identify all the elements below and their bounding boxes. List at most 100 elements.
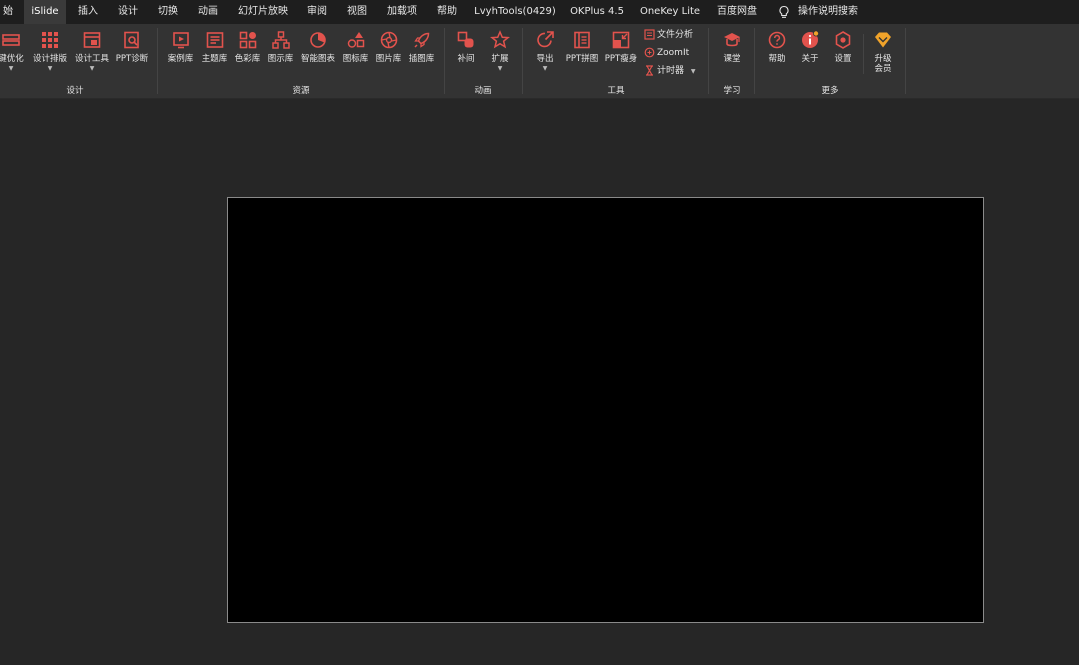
info-icon	[802, 30, 819, 48]
group-separator	[522, 28, 523, 94]
menu-bar: 始 iSlide 插入 设计 切换 动画 幻灯片放映 审阅 视图 加载项 帮助 …	[0, 0, 1079, 24]
help-icon	[768, 31, 786, 49]
menu-tab-islide[interactable]: iSlide	[24, 0, 66, 24]
color-library-button[interactable]: 色彩库	[231, 30, 264, 64]
group-separator	[863, 34, 864, 74]
dropdown-caret-icon: ▼	[542, 65, 548, 72]
group-label-more: 更多	[821, 86, 839, 96]
hourglass-icon	[646, 65, 653, 76]
optimize-icon	[2, 34, 20, 46]
zoomit-icon	[644, 47, 655, 58]
menu-tab-lvyhtools[interactable]: LvyhTools(0429)	[474, 0, 556, 24]
ppt-stitch-button[interactable]: PPT拼图	[562, 30, 602, 64]
tween-label: 补间	[457, 54, 475, 64]
about-button[interactable]: 关于	[796, 30, 824, 64]
dropdown-caret-icon: ▼	[47, 65, 53, 72]
icon-library-button[interactable]: 图标库	[339, 30, 372, 64]
extend-button[interactable]: 扩展 ▼	[485, 30, 515, 72]
timer-label: 计时器	[657, 66, 685, 76]
ppt-slim-label: PPT瘦身	[604, 54, 638, 64]
help-label: 帮助	[768, 54, 786, 64]
export-button[interactable]: 导出 ▼	[530, 30, 560, 72]
file-analysis-button[interactable]: 文件分析	[644, 28, 693, 42]
theme-library-label: 主题库	[201, 54, 228, 64]
org-chart-icon	[271, 31, 290, 49]
diagram-library-button[interactable]: 图示库	[264, 30, 297, 64]
diagram-library-label: 图示库	[267, 54, 294, 64]
upgrade-label-line1: 升级	[874, 54, 892, 64]
menu-tab-design[interactable]: 设计	[115, 0, 141, 24]
group-separator	[708, 28, 709, 94]
file-analysis-icon	[644, 29, 655, 40]
menu-tab-animations[interactable]: 动画	[195, 0, 221, 24]
case-library-icon	[172, 32, 189, 49]
design-layout-label: 设计排版	[32, 54, 67, 64]
lightbulb-icon	[779, 5, 789, 18]
group-label-learn: 学习	[723, 86, 741, 96]
compress-icon	[612, 31, 630, 49]
menu-tab-addins[interactable]: 加载项	[384, 0, 420, 24]
theme-library-button[interactable]: 主题库	[198, 30, 231, 64]
gear-icon	[835, 31, 851, 49]
class-label: 课堂	[723, 54, 741, 64]
class-button[interactable]: 课堂	[716, 30, 748, 64]
menu-tab-insert[interactable]: 插入	[75, 0, 101, 24]
menu-tab-view[interactable]: 视图	[344, 0, 370, 24]
picture-library-button[interactable]: 图片库	[372, 30, 405, 64]
export-label: 导出	[536, 54, 554, 64]
case-library-label: 案例库	[167, 54, 194, 64]
shapes-icon	[347, 32, 364, 48]
color-library-label: 色彩库	[234, 54, 261, 64]
menu-tab-baidu[interactable]: 百度网盘	[713, 0, 761, 24]
help-button[interactable]: 帮助	[763, 30, 791, 64]
slide-canvas[interactable]	[227, 197, 984, 623]
dropdown-caret-icon: ▼	[8, 65, 14, 72]
design-layout-button[interactable]: 设计排版 ▼	[31, 30, 69, 72]
group-separator	[157, 28, 158, 94]
rocket-icon	[413, 32, 429, 48]
menu-tab-okplus[interactable]: OKPlus 4.5	[568, 0, 626, 24]
group-label-resources: 资源	[292, 86, 310, 96]
group-separator	[444, 28, 445, 94]
ppt-stitch-label: PPT拼图	[565, 54, 599, 64]
menu-tab-transitions[interactable]: 切换	[155, 0, 181, 24]
color-library-icon	[239, 31, 256, 49]
grid-layout-icon	[42, 32, 58, 48]
search-box[interactable]: 操作说明搜索	[796, 0, 860, 24]
optimize-label: 键优化	[0, 54, 24, 64]
one-click-optimize-button[interactable]: 键优化 ▼	[0, 30, 28, 72]
group-label-design: 设计	[66, 86, 84, 96]
design-tools-button[interactable]: 设计工具 ▼	[72, 30, 112, 72]
menu-tab-start[interactable]: 始	[0, 0, 16, 24]
star-icon	[490, 30, 510, 49]
menu-tab-review[interactable]: 审阅	[304, 0, 330, 24]
export-icon	[537, 31, 554, 48]
timer-button[interactable]: 计时器 ▼	[644, 64, 696, 78]
ppt-diagnose-button[interactable]: PPT诊断	[114, 30, 150, 64]
ppt-diagnose-label: PPT诊断	[115, 54, 149, 64]
smart-chart-button[interactable]: 智能图表	[298, 30, 338, 64]
upgrade-label-line2: 会员	[874, 64, 892, 74]
file-analysis-label: 文件分析	[657, 30, 694, 40]
picture-library-label: 图片库	[375, 54, 402, 64]
menu-tab-help[interactable]: 帮助	[434, 0, 460, 24]
aperture-icon	[380, 31, 397, 49]
group-label-tools: 工具	[607, 86, 625, 96]
diagnose-icon	[124, 31, 139, 49]
extend-label: 扩展	[491, 54, 509, 64]
zoomit-button[interactable]: ZoomIt	[644, 46, 689, 60]
diamond-icon	[875, 32, 891, 48]
ppt-slim-button[interactable]: PPT瘦身	[602, 30, 640, 64]
settings-button[interactable]: 设置	[829, 30, 857, 64]
case-library-button[interactable]: 案例库	[164, 30, 197, 64]
ribbon: 键优化 ▼ 设计排版 ▼ 设计工具 ▼ PPT诊断 设计 案例库 主题库 色彩库…	[0, 24, 1079, 99]
menu-tab-slideshow[interactable]: 幻灯片放映	[236, 0, 290, 24]
theme-library-icon	[206, 32, 223, 48]
upgrade-member-button[interactable]: 升级 会员	[869, 30, 897, 74]
tween-icon	[457, 31, 474, 48]
group-separator	[754, 28, 755, 94]
menu-tab-onekey[interactable]: OneKey Lite	[638, 0, 702, 24]
dropdown-caret-icon: ▼	[690, 68, 696, 75]
tween-button[interactable]: 补间	[451, 30, 481, 64]
illustration-library-button[interactable]: 插图库	[405, 30, 438, 64]
